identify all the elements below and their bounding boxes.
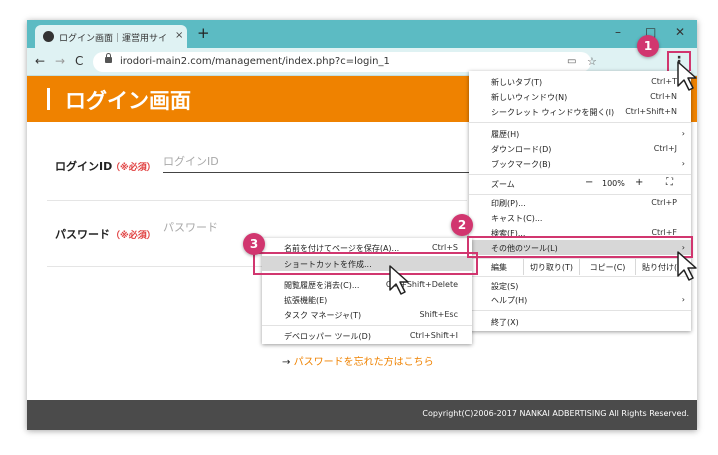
menu-item-new-window[interactable]: 新しいウィンドウ(N) Ctrl+N [469,89,691,104]
title-bar: ログイン画面｜運営用サイト｜保管 × + – □ ✕ [27,20,697,48]
forward-button[interactable]: → [55,54,65,68]
login-id-label: ログインID [55,160,113,173]
login-id-required: （※必須） [111,163,156,173]
menu-item-new-tab[interactable]: 新しいタブ(T) Ctrl+T [469,74,691,89]
password-label: パスワード [55,228,110,241]
copy-button[interactable]: コピー(C) [579,259,635,275]
menu-separator [469,276,691,277]
step-badge-2: 2 [451,214,473,236]
forgot-password-link[interactable]: → パスワードを忘れた方はこちら [282,353,434,368]
login-id-input[interactable]: ログインID [163,153,483,173]
menu-item-settings[interactable]: 設定(S) [469,278,691,293]
url-text[interactable]: irodori-main2.com/management/index.php?c… [120,56,390,67]
cast-icon[interactable]: ▭ [567,56,576,67]
menu-item-exit[interactable]: 終了(X) [469,314,691,329]
menu-separator [469,122,691,123]
divider [47,266,267,267]
chevron-right-icon: › [681,129,685,138]
submenu-item-clear-browsing[interactable]: 閲覧履歴を消去(C)... Ctrl+Shift+Delete [262,277,472,292]
menu-item-print[interactable]: 印刷(P)... Ctrl+P [469,195,691,210]
page-footer: Copyright(C)2006-2017 NANKAI ADBERTISING… [27,400,697,430]
menu-item-history[interactable]: 履歴(H) › [469,126,691,141]
address-bar[interactable]: irodori-main2.com/management/index.php?c… [93,52,597,72]
menu-item-cast[interactable]: キャスト(C)... [469,210,691,225]
menu-separator [469,310,691,311]
globe-icon [43,31,54,42]
reload-button[interactable]: C [75,54,83,68]
menu-item-bookmarks[interactable]: ブックマーク(B) › [469,156,691,171]
zoom-in-button[interactable]: + [635,177,643,188]
step-badge-1: 1 [637,35,659,57]
chevron-right-icon: › [681,159,685,168]
submenu-item-extensions[interactable]: 拡張機能(E) [262,292,472,307]
edit-row: 編集 切り取り(T) コピー(C) 貼り付け(P) [469,259,691,275]
back-button[interactable]: ← [35,54,45,68]
cut-button[interactable]: 切り取り(T) [523,259,579,275]
mouse-pointer-icon [389,265,409,295]
divider [47,200,467,201]
edit-label: 編集 [491,263,507,272]
header-accent-bar [47,88,50,110]
lock-icon [105,53,112,63]
browser-tab[interactable]: ログイン画面｜運営用サイト｜保管 × [35,25,187,48]
zoom-out-button[interactable]: − [585,177,593,188]
arrow-right-icon: → [282,357,291,368]
menu-item-downloads[interactable]: ダウンロード(D) Ctrl+J [469,141,691,156]
minimize-button[interactable]: – [615,25,621,39]
page-title: ログイン画面 [65,89,191,113]
copyright-text: Copyright(C)2006-2017 NANKAI ADBERTISING… [422,409,689,418]
highlight-more-tools [467,236,693,258]
mouse-pointer-icon [677,251,697,281]
chevron-right-icon: › [681,295,685,304]
zoom-row: ズーム − 100% + ⛶ [469,176,691,192]
zoom-label: ズーム [491,180,515,189]
menu-separator [262,325,472,326]
bookmark-star-icon[interactable]: ☆ [587,55,597,68]
step-badge-3: 3 [243,233,265,255]
submenu-item-task-manager[interactable]: タスク マネージャ(T) Shift+Esc [262,307,472,322]
fullscreen-icon[interactable]: ⛶ [666,177,673,188]
screenshot-stage: ログイン画面｜運営用サイト｜保管 × + – □ ✕ ← → C irodori… [0,0,718,455]
highlight-create-shortcut [253,252,478,275]
tab-title: ログイン画面｜運営用サイト｜保管 [59,34,169,44]
forgot-password-text[interactable]: パスワードを忘れた方はこちら [294,357,434,368]
close-window-button[interactable]: ✕ [675,25,685,39]
new-tab-button[interactable]: + [197,26,210,41]
tab-close-icon[interactable]: × [175,30,183,41]
password-required: （※必須） [111,231,156,241]
submenu-item-devtools[interactable]: デベロッパー ツール(D) Ctrl+Shift+I [262,328,472,343]
chrome-main-menu: 新しいタブ(T) Ctrl+T 新しいウィンドウ(N) Ctrl+N シークレット … [469,71,691,331]
menu-item-help[interactable]: ヘルプ(H) › [469,292,691,307]
menu-item-incognito[interactable]: シークレット ウィンドウを開く(I) Ctrl+Shift+N [469,104,691,119]
menu-separator [469,174,691,175]
zoom-level: 100% [602,179,625,188]
mouse-pointer-icon [677,61,697,91]
